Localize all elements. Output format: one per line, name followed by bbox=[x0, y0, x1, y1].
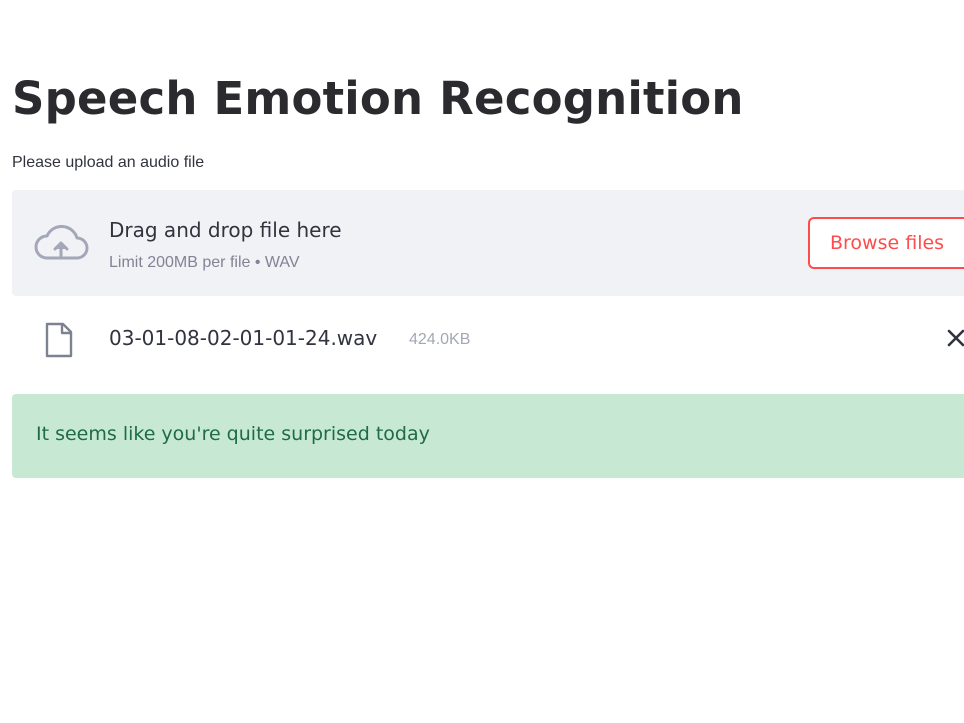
file-dropzone[interactable]: Drag and drop file here Limit 200MB per … bbox=[12, 190, 964, 296]
result-message: It seems like you're quite surprised tod… bbox=[36, 423, 430, 445]
file-size: 424.0KB bbox=[409, 331, 471, 348]
upload-label: Please upload an audio file bbox=[12, 154, 205, 171]
uploaded-file-row: 03-01-08-02-01-01-24.wav 424.0KB bbox=[12, 306, 964, 372]
cloud-upload-icon bbox=[34, 225, 89, 260]
dropzone-limit-text: Limit 200MB per file • WAV bbox=[109, 254, 300, 271]
app-page: Speech Emotion Recognition Please upload… bbox=[0, 0, 964, 723]
file-icon bbox=[45, 322, 73, 358]
page-title: Speech Emotion Recognition bbox=[12, 72, 744, 125]
close-icon[interactable] bbox=[945, 327, 964, 349]
browse-files-button[interactable]: Browse files bbox=[808, 217, 964, 269]
file-name: 03-01-08-02-01-01-24.wav bbox=[109, 326, 378, 350]
result-alert: It seems like you're quite surprised tod… bbox=[12, 394, 964, 478]
dropzone-title: Drag and drop file here bbox=[109, 218, 342, 242]
